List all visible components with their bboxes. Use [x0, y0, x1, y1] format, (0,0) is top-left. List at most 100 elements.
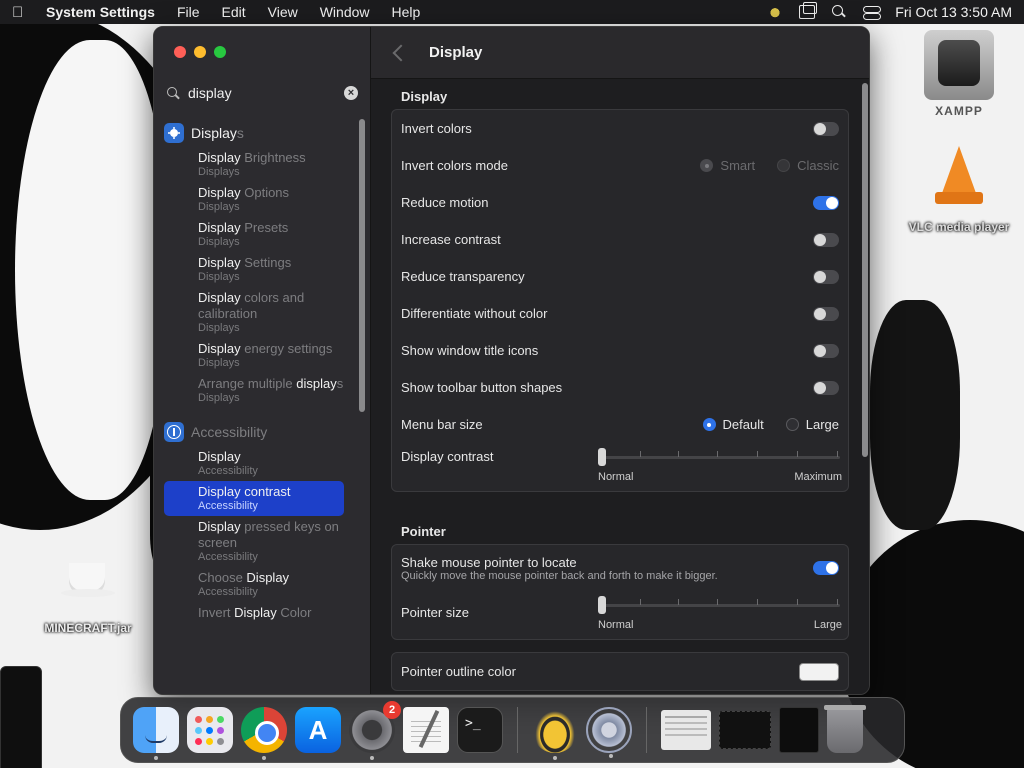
setting-label: Invert colors mode [401, 158, 508, 173]
row-toolbar-button-shapes: Show toolbar button shapes [392, 369, 848, 406]
running-indicator [370, 756, 374, 760]
radio-smart[interactable]: Smart [700, 158, 755, 173]
bee-status-icon[interactable] [767, 5, 784, 19]
minimized-window-icon[interactable] [661, 710, 711, 750]
setting-label: Menu bar size [401, 417, 483, 432]
launchpad-icon[interactable] [187, 707, 233, 753]
background-window[interactable] [0, 666, 42, 768]
menu-clock[interactable]: Fri Oct 13 3:50 AM [895, 4, 1012, 20]
bee-app-icon[interactable] [532, 707, 578, 760]
running-indicator [553, 756, 557, 760]
running-indicator [154, 756, 158, 760]
slider-tick [837, 451, 838, 457]
menu-edit[interactable]: Edit [222, 4, 246, 20]
match-text: Display [198, 150, 241, 165]
menu-window[interactable]: Window [320, 4, 370, 20]
setting-label: Display contrast [401, 449, 494, 464]
menu-view[interactable]: View [268, 4, 298, 20]
radio-label: Default [722, 417, 764, 432]
increase-contrast-toggle[interactable] [813, 232, 839, 247]
finder-icon[interactable] [133, 707, 179, 760]
sun-icon [164, 123, 184, 143]
desktop-icon-label: VLC media player [908, 220, 1010, 234]
row-pointer-outline-color: Pointer outline color [392, 653, 848, 690]
search-result-item[interactable]: Choose Display Accessibility [164, 567, 356, 602]
search-result-item[interactable]: Display pressed keys on screen Accessibi… [164, 516, 356, 567]
search-result-item[interactable]: Invert Display Color [164, 602, 356, 624]
display-contrast-slider[interactable]: Normal Maximum [598, 445, 842, 485]
result-category-displays[interactable]: Displays [164, 119, 356, 147]
match-text: Display contrast [198, 484, 291, 499]
chrome-icon[interactable] [241, 707, 287, 760]
search-result-item[interactable]: Display Options Displays [164, 182, 356, 217]
pointer-outline-color-swatch[interactable] [799, 662, 839, 681]
slider-thumb[interactable] [598, 596, 606, 614]
search-result-item[interactable]: Display Accessibility [164, 446, 356, 481]
dock-separator [646, 707, 647, 753]
row-increase-contrast: Increase contrast [392, 221, 848, 258]
zoom-window-button[interactable] [214, 46, 226, 58]
minimized-window-icon[interactable] [719, 711, 771, 749]
desktop-icon-vlc[interactable]: VLC media player [900, 146, 1018, 234]
content-scrollbar[interactable] [862, 83, 868, 457]
pointer-settings-group: Shake mouse pointer to locate Quickly mo… [391, 544, 849, 640]
rest-text: Settings [240, 255, 292, 270]
search-result-item[interactable]: Display Settings Displays [164, 252, 356, 287]
radio-label: Classic [797, 158, 839, 173]
differentiate-without-color-toggle[interactable] [813, 306, 839, 321]
search-result-item[interactable]: Display Brightness Displays [164, 147, 356, 182]
app-store-icon[interactable] [295, 707, 341, 753]
trash-icon[interactable] [824, 705, 866, 753]
window-title-icons-toggle[interactable] [813, 343, 839, 358]
result-subtitle: Displays [198, 201, 240, 213]
setting-description: Quickly move the mouse pointer back and … [401, 569, 718, 582]
utility-gear-icon[interactable] [586, 707, 632, 758]
slider-thumb[interactable] [598, 448, 606, 466]
spotlight-search-icon[interactable] [831, 5, 847, 19]
rest-text: Color [276, 605, 312, 620]
clear-search-icon[interactable]: × [344, 86, 358, 100]
search-field[interactable]: × [166, 82, 358, 104]
back-chevron-icon[interactable] [392, 44, 410, 61]
shake-pointer-toggle[interactable] [813, 561, 839, 575]
desktop-icon-minecraft[interactable]: MINECRAFT.jar [38, 555, 138, 635]
invert-colors-toggle[interactable] [813, 121, 839, 136]
textedit-icon[interactable] [403, 707, 449, 753]
radio-classic[interactable]: Classic [777, 158, 839, 173]
search-result-item[interactable]: Display colors and calibration Displays [164, 287, 356, 338]
stage-manager-icon[interactable] [799, 2, 818, 19]
search-result-item[interactable]: Arrange multiple displays Displays [164, 373, 356, 408]
menu-file[interactable]: File [177, 4, 200, 20]
match-text: display [296, 376, 337, 391]
control-center-icon[interactable] [863, 5, 882, 20]
match-text: Display [198, 220, 241, 235]
reduce-motion-toggle[interactable] [813, 195, 839, 210]
pane-header: Display [371, 27, 869, 79]
menu-help[interactable]: Help [392, 4, 421, 20]
system-settings-icon[interactable]: 2 [349, 701, 401, 760]
category-label: Accessibility [191, 424, 268, 440]
desktop-icon-xampp[interactable]: XAMPP [922, 30, 996, 118]
apple-menu-icon[interactable]:  [12, 4, 32, 21]
search-result-item[interactable]: Display energy settings Displays [164, 338, 356, 373]
sidebar-scrollbar[interactable] [359, 119, 365, 412]
setting-label: Show toolbar button shapes [401, 380, 563, 395]
menu-app-name[interactable]: System Settings [46, 4, 155, 20]
search-input[interactable] [188, 85, 328, 101]
toolbar-button-shapes-toggle[interactable] [813, 380, 839, 395]
search-result-item[interactable]: Display Presets Displays [164, 217, 356, 252]
radio-large[interactable]: Large [785, 417, 839, 432]
pointer-size-slider[interactable]: Normal Large [598, 593, 842, 633]
close-window-button[interactable] [174, 46, 186, 58]
result-category-accessibility[interactable]: Accessibility [164, 418, 356, 446]
search-result-item-selected[interactable]: Display contrast Accessibility [164, 481, 344, 516]
section-title-display: Display [401, 89, 448, 104]
radio-default[interactable]: Default [702, 417, 764, 432]
reduce-transparency-toggle[interactable] [813, 269, 839, 284]
match-text: Display [246, 570, 290, 585]
minimized-window-icon[interactable] [779, 707, 819, 753]
minimize-window-button[interactable] [194, 46, 206, 58]
slider-tick [757, 599, 758, 605]
terminal-icon[interactable] [457, 707, 503, 753]
row-window-title-icons: Show window title icons [392, 332, 848, 369]
